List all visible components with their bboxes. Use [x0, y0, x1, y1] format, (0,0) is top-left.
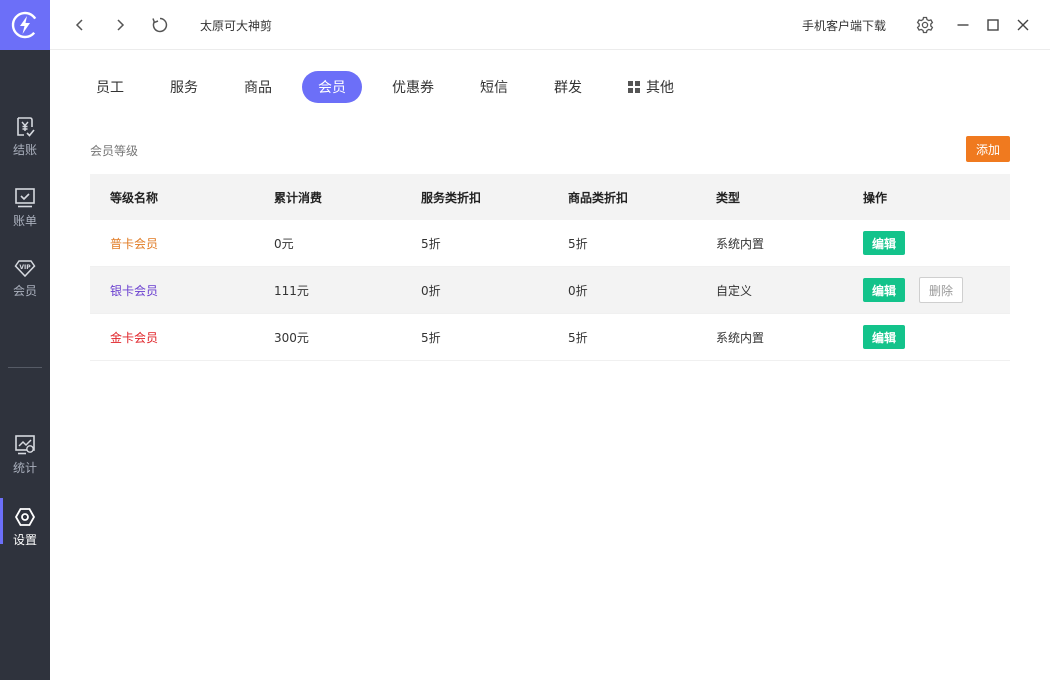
tab-label: 商品: [244, 80, 272, 96]
maximize-button[interactable]: [982, 14, 1004, 36]
maximize-icon: [987, 19, 999, 31]
column-header: 等级名称: [110, 190, 159, 205]
yuan-receipt-icon: [17, 117, 35, 137]
vip-diamond-icon: VIP: [14, 260, 36, 278]
sidebar-item-members[interactable]: VIP 会员: [0, 257, 50, 307]
close-button[interactable]: [1012, 14, 1034, 36]
service-discount: 5折: [421, 236, 441, 251]
product-discount: 0折: [568, 283, 588, 298]
section-title: 会员等级: [90, 144, 139, 158]
tab-coupons[interactable]: 优惠券: [376, 71, 450, 103]
sidebar-item-bills[interactable]: 账单: [0, 187, 50, 237]
cumulative-spend: 0元: [274, 236, 294, 251]
tab-label: 服务: [170, 80, 198, 96]
sidebar-item-statistics[interactable]: 统计: [0, 434, 50, 484]
grid-icon: [628, 81, 640, 93]
settings-button[interactable]: [914, 14, 936, 36]
column-header: 类型: [716, 190, 741, 205]
tab-staff[interactable]: 员工: [80, 71, 140, 103]
sidebar-item-label: 结账: [12, 143, 37, 157]
cumulative-spend: 111元: [274, 283, 309, 298]
tab-label: 员工: [96, 80, 124, 96]
row-actions: 编辑 删除: [863, 277, 963, 303]
tab-products[interactable]: 商品: [228, 71, 288, 103]
app-title: 太原可大神剪: [200, 19, 273, 33]
app-window: 结账 账单 VIP 会员 统计 设置 太原可大神剪 手机客户端下载 员工 服务 …: [0, 0, 1050, 680]
settings-tabs: 员工 服务 商品 会员 优惠券 短信 群发 其他: [80, 71, 704, 103]
minimize-button[interactable]: [952, 14, 974, 36]
gear-icon: [916, 16, 934, 34]
column-header: 累计消费: [274, 190, 323, 205]
row-actions: 编辑: [863, 231, 905, 255]
minimize-icon: [957, 24, 969, 26]
level-name: 金卡会员: [110, 330, 159, 345]
service-discount: 5折: [421, 330, 441, 345]
svg-text:VIP: VIP: [19, 264, 31, 271]
member-level-table: 等级名称 累计消费 服务类折扣 商品类折扣 类型 操作 普卡会员 0元 5折 5…: [90, 174, 1010, 361]
column-header: 商品类折扣: [568, 190, 629, 205]
table-row: 银卡会员 111元 0折 0折 自定义 编辑 删除: [90, 267, 1010, 314]
sidebar-item-label: 设置: [12, 533, 37, 547]
lightning-logo-icon: [11, 11, 39, 39]
app-logo[interactable]: [0, 0, 50, 50]
level-name: 银卡会员: [110, 283, 159, 298]
sidebar-item-label: 会员: [12, 284, 37, 298]
back-button[interactable]: [69, 14, 91, 36]
level-type: 自定义: [716, 283, 753, 298]
product-discount: 5折: [568, 330, 588, 345]
edit-button[interactable]: 编辑: [863, 325, 905, 349]
chart-screen-icon: [15, 435, 35, 455]
column-header: 操作: [863, 190, 888, 205]
table-header-row: 等级名称 累计消费 服务类折扣 商品类折扣 类型 操作: [90, 174, 1010, 220]
table-row: 金卡会员 300元 5折 5折 系统内置 编辑: [90, 314, 1010, 361]
tab-label: 群发: [554, 80, 582, 96]
monitor-check-icon: [15, 188, 35, 208]
table-row: 普卡会员 0元 5折 5折 系统内置 编辑: [90, 220, 1010, 267]
level-type: 系统内置: [716, 236, 765, 251]
delete-button[interactable]: 删除: [919, 277, 963, 303]
tab-members[interactable]: 会员: [302, 71, 362, 103]
cumulative-spend: 300元: [274, 330, 309, 345]
tab-broadcast[interactable]: 群发: [538, 71, 598, 103]
tab-services[interactable]: 服务: [154, 71, 214, 103]
product-discount: 5折: [568, 236, 588, 251]
level-name: 普卡会员: [110, 236, 159, 251]
level-type: 系统内置: [716, 330, 765, 345]
sidebar-item-settings[interactable]: 设置: [0, 498, 50, 556]
sidebar-item-checkout[interactable]: 结账: [0, 116, 50, 166]
column-header: 服务类折扣: [421, 190, 482, 205]
sidebar-item-label: 统计: [12, 461, 37, 475]
hexagon-gear-icon: [14, 508, 36, 526]
service-discount: 0折: [421, 283, 441, 298]
row-actions: 编辑: [863, 325, 905, 349]
chevron-right-icon: [117, 19, 125, 31]
add-button[interactable]: 添加: [966, 136, 1010, 162]
sidebar: 结账 账单 VIP 会员 统计 设置: [0, 0, 50, 680]
chevron-left-icon: [75, 19, 83, 31]
close-icon: [1017, 19, 1029, 31]
top-bar: 太原可大神剪 手机客户端下载: [50, 0, 1050, 50]
tab-label: 会员: [318, 80, 346, 96]
tab-label: 其他: [646, 80, 674, 96]
tab-label: 短信: [480, 80, 508, 96]
sidebar-divider: [8, 367, 42, 368]
tab-sms[interactable]: 短信: [464, 71, 524, 103]
mobile-download-link[interactable]: 手机客户端下载: [802, 17, 886, 34]
tab-other[interactable]: 其他: [612, 71, 690, 103]
refresh-button[interactable]: [149, 14, 171, 36]
refresh-icon: [152, 17, 168, 33]
sidebar-item-label: 账单: [12, 214, 37, 228]
tab-label: 优惠券: [392, 80, 434, 96]
forward-button[interactable]: [109, 14, 131, 36]
edit-button[interactable]: 编辑: [863, 278, 905, 302]
edit-button[interactable]: 编辑: [863, 231, 905, 255]
